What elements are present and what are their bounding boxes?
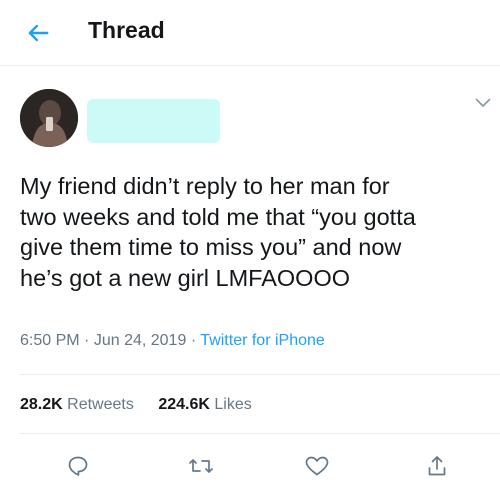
retweets-stat[interactable]: 28.2K Retweets bbox=[20, 396, 138, 413]
author-name-redacted bbox=[87, 99, 220, 143]
share-icon bbox=[428, 456, 446, 476]
tweet-line: give them time to miss you” and now bbox=[20, 234, 402, 260]
like-icon bbox=[305, 456, 329, 476]
likes-label: Likes bbox=[214, 396, 252, 413]
retweet-icon bbox=[189, 459, 213, 473]
likes-count: 224.6K bbox=[158, 396, 210, 413]
page-title: Thread bbox=[88, 17, 165, 43]
avatar-image bbox=[20, 89, 78, 147]
tweet-options-button[interactable] bbox=[470, 92, 496, 114]
reply-button[interactable] bbox=[61, 449, 95, 483]
meta-separator: · bbox=[84, 332, 90, 349]
tweet-source-link[interactable]: Twitter for iPhone bbox=[200, 332, 325, 349]
tweet-line: My friend didn’t reply to her man for bbox=[20, 173, 390, 199]
divider bbox=[20, 433, 500, 434]
meta-separator: · bbox=[190, 332, 197, 349]
tweet-text: My friend didn’t reply to her man for tw… bbox=[20, 171, 490, 293]
divider bbox=[20, 374, 500, 375]
thread-header: Thread bbox=[0, 0, 500, 66]
chevron-down-icon bbox=[475, 98, 491, 107]
retweets-count: 28.2K bbox=[20, 396, 63, 413]
avatar[interactable] bbox=[20, 89, 78, 147]
tweet-line: he’s got a new girl LMFAOOOO bbox=[20, 264, 351, 291]
tweet-date[interactable]: Jun 24, 2019 bbox=[94, 332, 187, 349]
tweet-stats: 28.2K Retweets 224.6K Likes bbox=[20, 396, 252, 414]
arrow-left-icon bbox=[28, 24, 49, 42]
reply-icon bbox=[68, 456, 88, 476]
tweet-line: two weeks and told me that “you gotta bbox=[20, 203, 416, 230]
share-button[interactable] bbox=[420, 449, 454, 483]
tweet-meta: 6:50 PM · Jun 24, 2019 · Twitter for iPh… bbox=[20, 332, 325, 350]
back-button[interactable] bbox=[22, 18, 54, 48]
like-button[interactable] bbox=[300, 449, 334, 483]
likes-stat[interactable]: 224.6K Likes bbox=[158, 396, 251, 413]
tweet-time[interactable]: 6:50 PM bbox=[20, 332, 80, 349]
retweet-button[interactable] bbox=[184, 449, 218, 483]
retweets-label: Retweets bbox=[67, 396, 134, 413]
